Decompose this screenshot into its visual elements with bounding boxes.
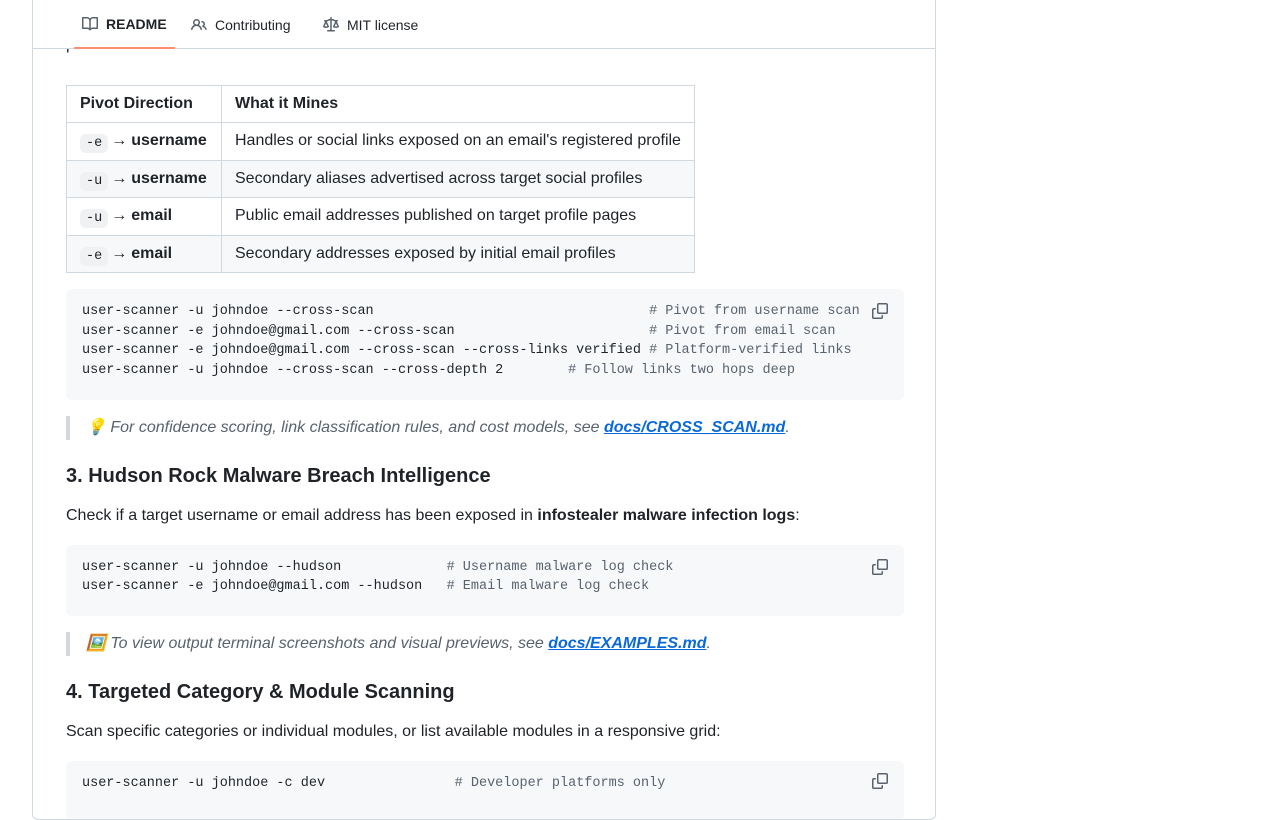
code-command: user-scanner -u johndoe --hudson [82,560,447,575]
code-line: user-scanner -u johndoe -c dev # Develop… [82,776,665,796]
code-comment: # Platform-verified links [649,343,852,358]
table-header: What it Mines [221,85,695,123]
pivot-target: email [131,207,173,225]
flag-code: -e [80,134,109,154]
pivot-description: Handles or social links exposed on an em… [221,122,695,161]
examples-doc-link[interactable]: docs/EXAMPLES.md [548,635,706,652]
pivot-description: Public email addresses published on targ… [221,197,695,236]
people-icon [191,18,207,31]
arrow-glyph: → [111,244,128,262]
section-heading: 3. Hudson Rock Malware Breach Intelligen… [66,465,491,487]
hudson-code-block: user-scanner -u johndoe --hudson # Usern… [66,545,904,616]
copy-icon[interactable] [872,773,890,791]
pivot-direction-cell: -e → email [66,234,222,273]
arrow-glyph: → [111,132,128,150]
tab-label: Contributing [215,17,291,33]
cross-scan-doc-link[interactable]: docs/CROSS_SCAN.md [604,419,785,436]
code-comment: # Developer platforms only [454,776,666,791]
cross-scan-code-block: user-scanner -u johndoe --cross-scan # P… [66,289,904,400]
table-row: -e → email Secondary addresses exposed by … [66,234,695,273]
code-line: user-scanner -u johndoe --cross-scan # P… [82,304,860,324]
category-code-block: user-scanner -u johndoe -c dev # Develop… [66,761,904,819]
code-command: user-scanner -u johndoe --cross-scan --c… [82,363,569,378]
flag-code: -u [80,209,109,229]
readme-tab-bar: README Contributing MIT license [33,1,936,49]
arrow-glyph: → [111,207,128,225]
lightbulb-icon: 💡 [86,419,106,436]
tip-blockquote: 🖼️ To view output terminal screenshots a… [66,632,904,656]
pivot-target: username [131,132,207,150]
section4-paragraph: Scan specific categories or individual m… [66,723,721,740]
code-line: user-scanner -e johndoe@gmail.com --cros… [82,343,852,363]
pivot-description: Secondary addresses exposed by initial e… [221,234,695,273]
copy-icon[interactable] [872,303,890,321]
pivot-direction-cell: -u → email [66,197,222,236]
table-row: -e → username Handles or social links expo… [66,122,695,161]
code-comment: # Pivot from username scan [649,304,860,319]
tip-text: For confidence scoring, link classificat… [110,419,604,436]
pivot-target: username [131,169,207,187]
law-icon [323,17,339,32]
pivot-direction-cell: -u → username [66,159,222,198]
book-icon [82,16,98,31]
code-comment: # Pivot from email scan [649,324,836,339]
flag-code: -u [80,171,109,191]
para-text: : [795,507,800,524]
para-bold: infostealer malware infection logs [537,507,796,524]
table-header: Pivot Direction [66,85,222,123]
pivot-direction-cell: -e → username [66,122,222,161]
code-command: user-scanner -u johndoe -c dev [82,776,455,791]
table-row: -u → email Public email addresses publishe… [66,197,695,236]
flag-code: -e [80,246,109,266]
list-unordered-icon [935,17,936,33]
picture-icon: 🖼️ [86,635,106,652]
code-command: user-scanner -u johndoe --cross-scan [82,304,650,319]
code-line: user-scanner -u johndoe --cross-scan --c… [82,363,795,383]
tip-text: To view output terminal screenshots and … [110,635,549,652]
tip-end: . [785,419,790,436]
table-header-row: Pivot Direction What it Mines [66,85,695,123]
code-command: user-scanner -e johndoe@gmail.com --cros… [82,324,650,339]
para-text: Check if a target username or email addr… [66,507,538,524]
tab-label: MIT license [347,17,419,33]
code-comment: # Username malware log check [446,560,674,575]
code-command: user-scanner -e johndoe@gmail.com --cros… [82,343,650,358]
code-command: user-scanner -e johndoe@gmail.com --huds… [82,579,447,594]
code-line: user-scanner -e johndoe@gmail.com --huds… [82,579,649,599]
code-comment: # Email malware log check [446,579,650,594]
table-row: -u → username Secondary aliases advertised… [66,159,695,198]
tab-readme[interactable]: README [74,1,175,49]
tip-blockquote: 💡 For confidence scoring, link classific… [66,416,904,440]
tab-contributing[interactable]: Contributing [183,1,299,49]
code-line: user-scanner -e johndoe@gmail.com --cros… [82,324,835,344]
code-comment: # Follow links two hops deep [568,363,795,378]
tab-label: README [106,16,167,32]
tab-license[interactable]: MIT license [315,1,426,49]
section3-paragraph: Check if a target username or email addr… [66,504,800,528]
copy-icon[interactable] [872,559,890,577]
code-line: user-scanner -u johndoe --hudson # Usern… [82,560,673,580]
pivot-table: Pivot Direction What it Mines -e → usernam… [66,85,695,273]
pivot-target: email [131,244,173,262]
readme-container: Use pivot flags to chain lookups across … [32,0,936,820]
outline-toggle-button[interactable] [929,11,936,39]
section-heading: 4. Targeted Category & Module Scanning [66,681,455,703]
pivot-description: Secondary aliases advertised across targ… [221,159,695,198]
arrow-glyph: → [111,169,128,187]
tip-end: . [706,635,711,652]
